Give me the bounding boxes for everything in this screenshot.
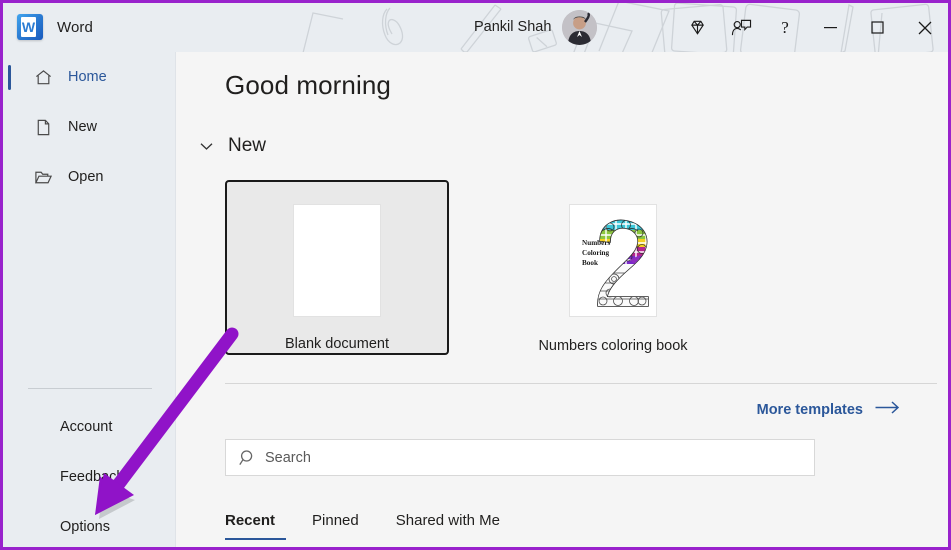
template-card-blank-document[interactable]: Blank document bbox=[225, 180, 449, 355]
maximize-icon[interactable] bbox=[854, 3, 901, 52]
search-icon bbox=[239, 449, 257, 467]
search-input[interactable]: Search bbox=[225, 439, 815, 476]
avatar-image bbox=[562, 10, 597, 45]
template-gallery: Blank document Numbers Coloring Book Num… bbox=[225, 180, 725, 355]
title-bar-left: W Word bbox=[17, 10, 93, 44]
user-avatar[interactable] bbox=[562, 10, 597, 45]
template-card-label: Blank document bbox=[285, 336, 389, 352]
arrow-right-icon bbox=[875, 401, 900, 418]
person-chat-icon[interactable] bbox=[719, 3, 763, 52]
search-placeholder: Search bbox=[265, 449, 311, 466]
svg-text:Coloring: Coloring bbox=[582, 249, 610, 257]
coloring-book-thumbnail: Numbers Coloring Book bbox=[569, 204, 657, 317]
sidebar-item-label: Feedback bbox=[60, 469, 124, 485]
sidebar-item-open[interactable]: Open bbox=[3, 152, 175, 202]
tab-pinned[interactable]: Pinned bbox=[312, 512, 377, 540]
main-content: Good morning New Blank document Numbers … bbox=[177, 52, 948, 547]
svg-text:Numbers: Numbers bbox=[582, 239, 611, 247]
tab-recent[interactable]: Recent bbox=[225, 512, 293, 540]
section-title: New bbox=[228, 135, 267, 156]
coloring-book-art: Numbers Coloring Book bbox=[570, 205, 656, 316]
sidebar-item-new[interactable]: New bbox=[3, 102, 175, 152]
sidebar-item-label: New bbox=[68, 119, 98, 135]
sidebar-item-options[interactable]: Options bbox=[3, 502, 176, 547]
diamond-icon[interactable] bbox=[675, 3, 719, 52]
template-card-label: Numbers coloring book bbox=[538, 338, 688, 354]
tab-label: Pinned bbox=[312, 512, 359, 529]
help-glyph: ? bbox=[781, 17, 789, 37]
sidebar-item-account[interactable]: Account bbox=[3, 402, 176, 452]
title-bar: W Word Pankil Shah ? bbox=[3, 3, 948, 52]
open-folder-icon bbox=[34, 168, 53, 187]
tab-label: Recent bbox=[225, 512, 276, 529]
sidebar-item-label: Account bbox=[60, 419, 113, 435]
close-icon[interactable] bbox=[901, 3, 948, 52]
sidebar-bottom-group: Account Feedback Options bbox=[3, 402, 176, 547]
more-templates-link[interactable]: More templates bbox=[757, 401, 900, 418]
chevron-down-icon[interactable] bbox=[199, 139, 213, 153]
sidebar-item-label: Options bbox=[60, 519, 110, 535]
tab-label: Shared with Me bbox=[395, 512, 500, 529]
page-title: Good morning bbox=[225, 70, 391, 100]
more-templates-label: More templates bbox=[756, 401, 863, 418]
minimize-icon[interactable] bbox=[807, 3, 854, 52]
question-mark-icon[interactable]: ? bbox=[763, 3, 807, 52]
sidebar: Home New Open Account Feedback Options bbox=[3, 52, 176, 547]
template-card-numbers-coloring-book[interactable]: Numbers Coloring Book Numbers coloring b… bbox=[501, 180, 725, 355]
tab-shared-with-me[interactable]: Shared with Me bbox=[396, 512, 518, 540]
app-title: Word bbox=[57, 18, 93, 36]
file-list-tabs: Recent Pinned Shared with Me bbox=[225, 512, 537, 540]
sidebar-item-home[interactable]: Home bbox=[3, 52, 175, 102]
new-document-icon bbox=[34, 118, 53, 137]
blank-page-thumbnail bbox=[293, 204, 381, 317]
svg-text:Book: Book bbox=[582, 259, 598, 267]
sidebar-item-feedback[interactable]: Feedback bbox=[3, 452, 176, 502]
window-controls: ? bbox=[675, 3, 948, 52]
word-logo-icon: W bbox=[17, 14, 43, 40]
new-section-header[interactable]: New bbox=[199, 135, 266, 157]
sidebar-item-label: Home bbox=[68, 69, 107, 85]
sidebar-item-label: Open bbox=[68, 169, 104, 185]
user-name-label[interactable]: Pankil Shah bbox=[474, 19, 551, 35]
word-start-screen: W Word Pankil Shah ? Home New Open Accou… bbox=[0, 0, 951, 550]
sidebar-divider bbox=[28, 388, 152, 389]
home-icon bbox=[34, 68, 53, 87]
content-divider bbox=[225, 383, 937, 384]
